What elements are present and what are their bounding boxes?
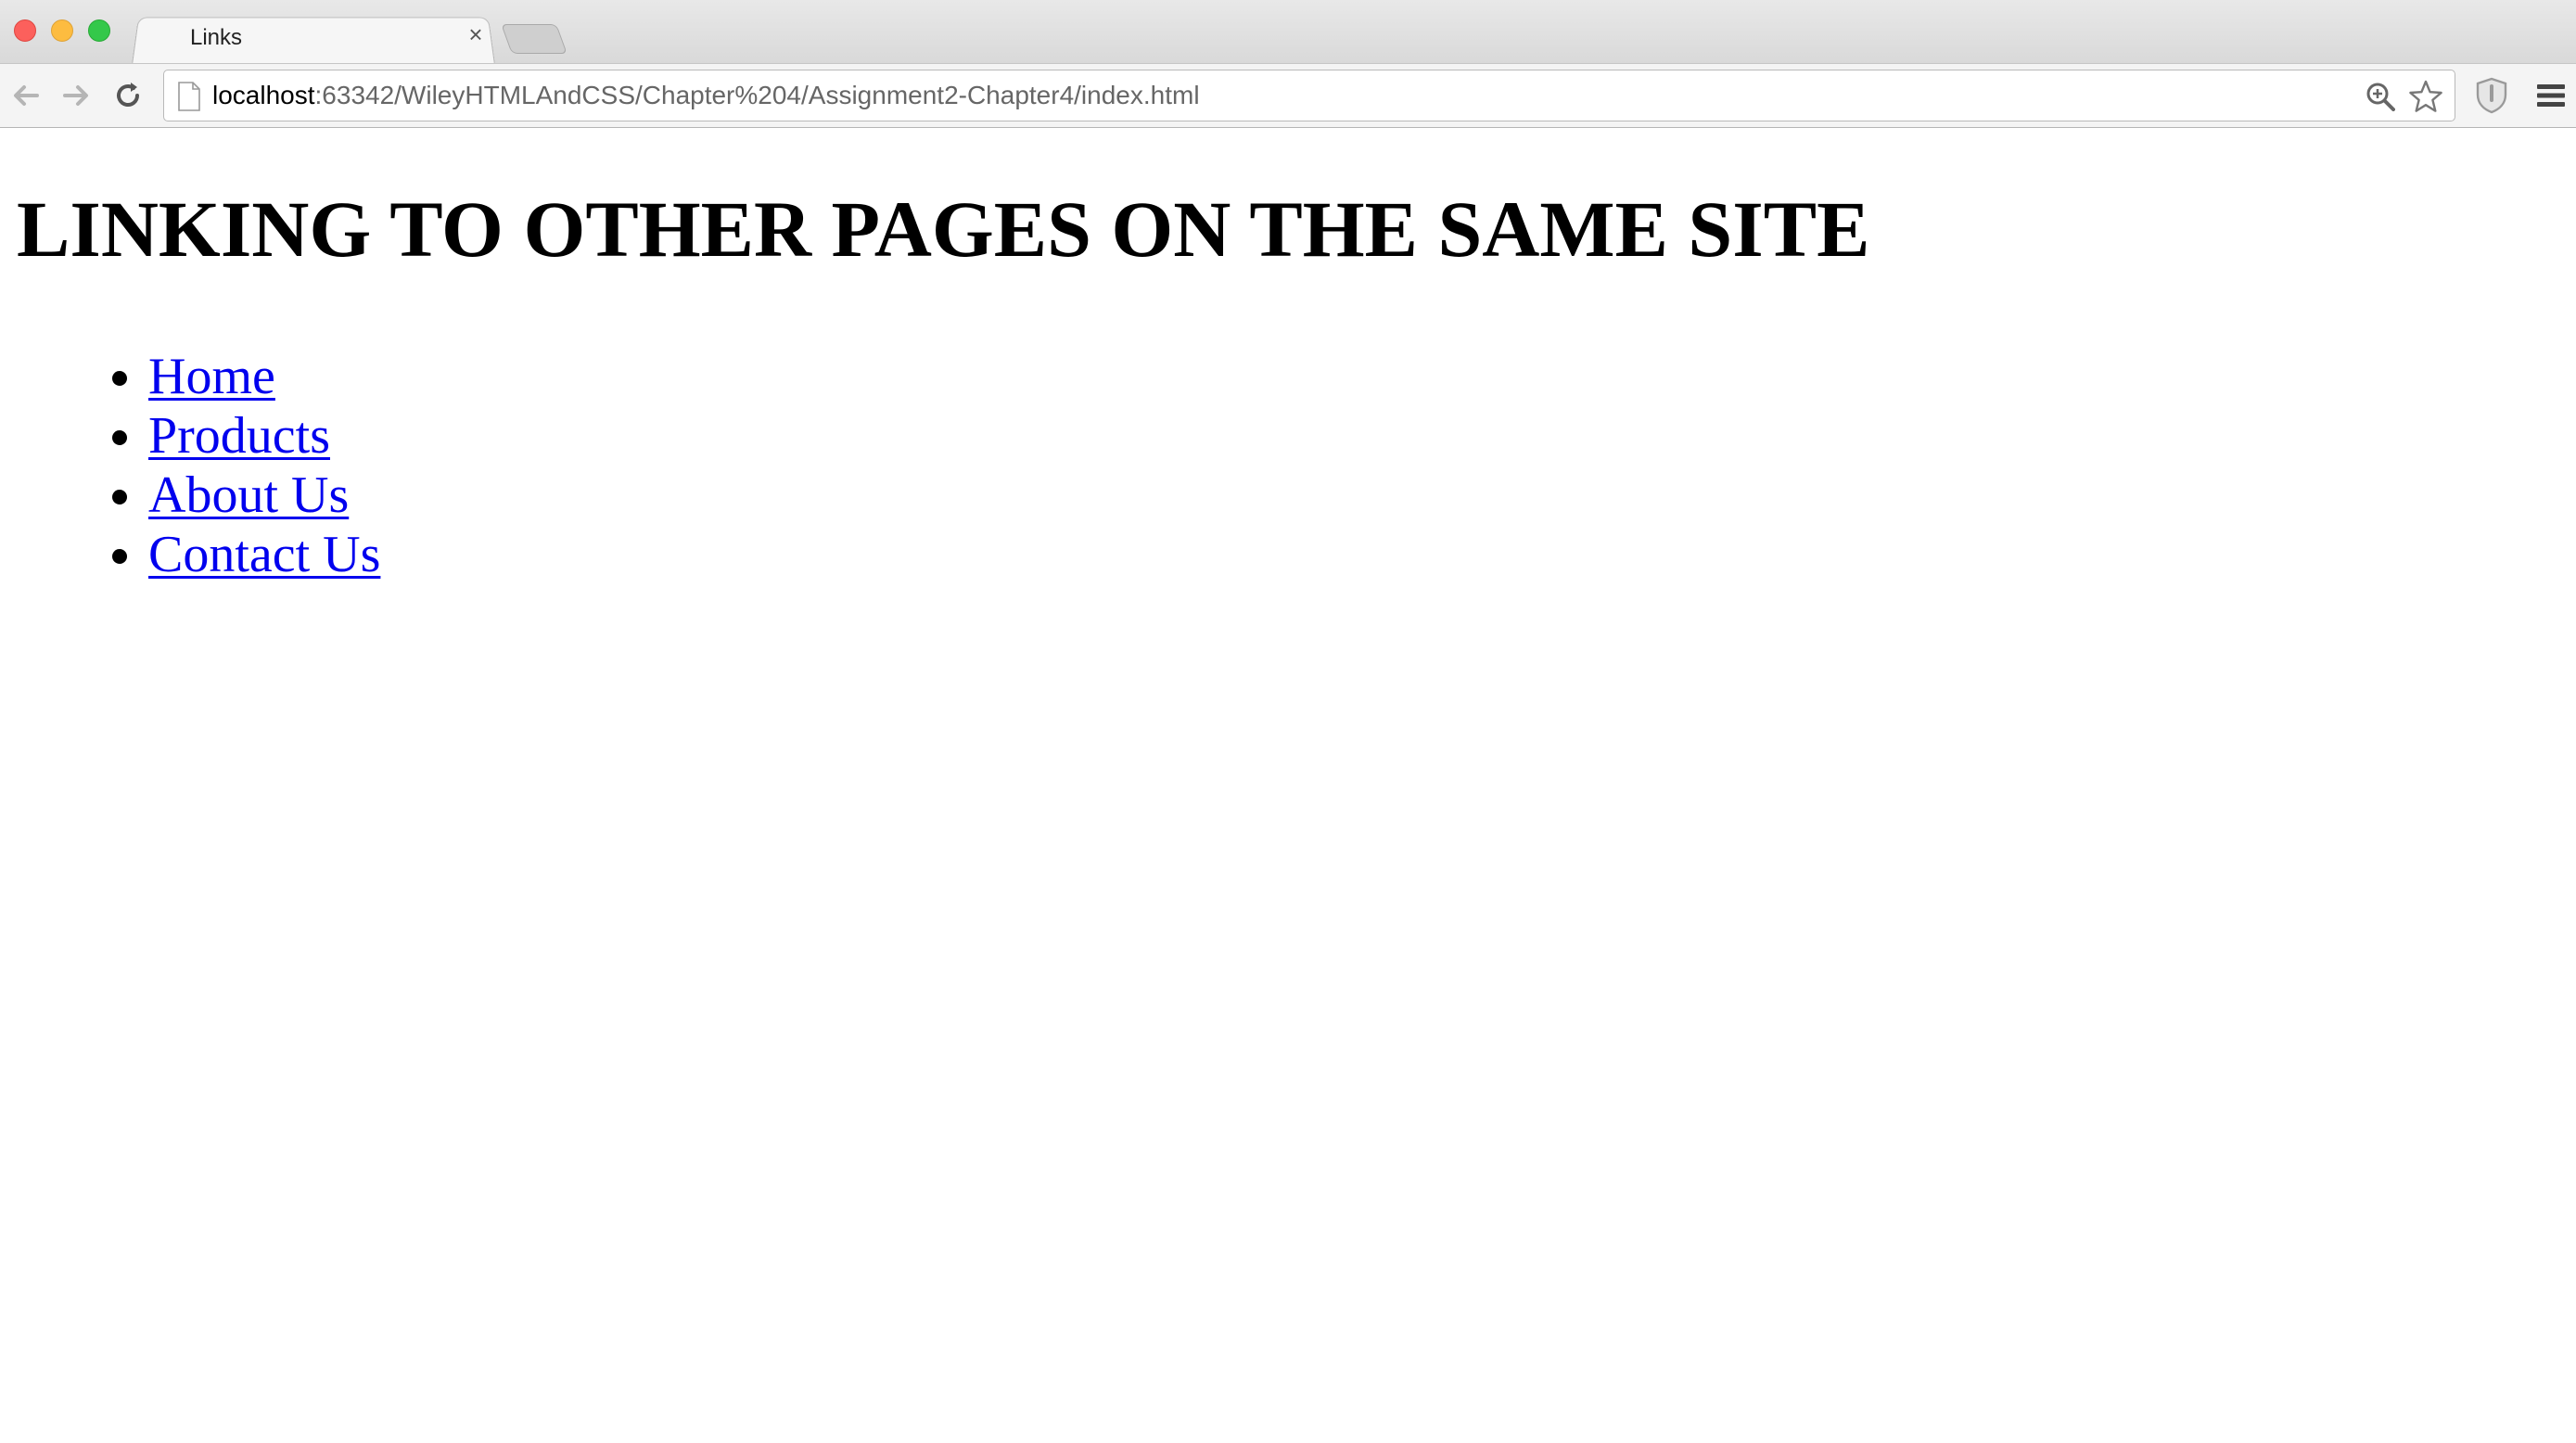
browser-toolbar: localhost:63342/WileyHTMLAndCSS/Chapter%…	[0, 63, 2576, 128]
star-icon[interactable]	[2408, 80, 2443, 113]
address-url: localhost:63342/WileyHTMLAndCSS/Chapter%…	[212, 81, 1200, 110]
page-content: LINKING TO OTHER PAGES ON THE SAME SITE …	[0, 128, 2576, 1443]
products-link[interactable]: Products	[148, 407, 330, 465]
page-title: LINKING TO OTHER PAGES ON THE SAME SITE	[17, 185, 1870, 274]
page-icon	[178, 82, 200, 111]
new-tab-button[interactable]	[501, 24, 567, 54]
list-item: About Us	[148, 466, 380, 525]
back-arrow-icon	[14, 85, 39, 106]
window-minimize-button[interactable]	[51, 19, 73, 42]
tab-title: Links	[190, 25, 243, 50]
reload-button[interactable]	[109, 77, 147, 114]
list-item: Home	[148, 347, 380, 406]
home-link[interactable]: Home	[148, 348, 275, 405]
list-item: Contact Us	[148, 525, 380, 584]
url-path: :63342/WileyHTMLAndCSS/Chapter%204/Assig…	[314, 81, 1200, 109]
url-host: localhost	[212, 81, 315, 109]
back-button[interactable]	[7, 77, 45, 114]
browser-window: Links × localhost:63342/WileyHTMLAndCSS/…	[0, 0, 2576, 1443]
tab-close-icon[interactable]: ×	[464, 22, 488, 46]
window-close-button[interactable]	[14, 19, 36, 42]
tab-strip: Links ×	[0, 0, 2576, 65]
contact-us-link[interactable]: Contact Us	[148, 526, 380, 583]
window-maximize-button[interactable]	[88, 19, 110, 42]
hamburger-menu-icon[interactable]	[2535, 79, 2567, 112]
browser-tab[interactable]	[132, 17, 495, 65]
zoom-icon[interactable]	[2366, 82, 2395, 111]
shield-icon[interactable]	[2474, 77, 2509, 114]
forward-arrow-icon	[63, 85, 88, 106]
link-list: Home Products About Us Contact Us	[0, 347, 380, 584]
list-item: Products	[148, 406, 380, 466]
address-bar[interactable]: localhost:63342/WileyHTMLAndCSS/Chapter%…	[163, 70, 2455, 121]
reload-icon	[117, 83, 139, 107]
forward-button[interactable]	[57, 77, 95, 114]
about-us-link[interactable]: About Us	[148, 466, 349, 524]
